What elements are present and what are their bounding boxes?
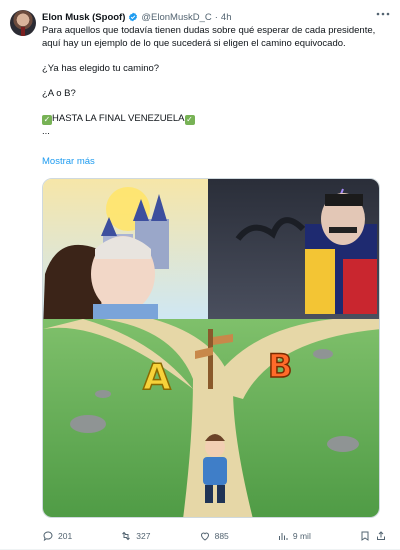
show-more-link[interactable]: Mostrar más bbox=[42, 156, 95, 167]
retweet-button[interactable]: 327 bbox=[120, 530, 150, 542]
tweet-header: Elon Musk (Spoof) @ElonMuskD_C · 4h bbox=[42, 9, 382, 25]
views-count: 9 mil bbox=[292, 531, 311, 541]
tweet-actions: 201 327 885 9 mil bbox=[42, 528, 387, 544]
tweet-text: Para aquellos que todavía tienen dudas s… bbox=[42, 24, 387, 138]
reply-icon bbox=[43, 531, 53, 542]
tweet-paragraph-3: ¿A o B? bbox=[42, 88, 76, 99]
header-separator: · bbox=[214, 11, 218, 23]
views-button[interactable]: 9 mil bbox=[277, 530, 311, 542]
tweet-paragraph-4: ✓ HASTA LA FINAL VENEZUELA ✓ bbox=[42, 112, 387, 125]
tweet-timestamp[interactable]: 4h bbox=[221, 12, 232, 23]
retweet-count: 327 bbox=[136, 531, 151, 541]
check-mark-emoji-icon: ✓ bbox=[184, 115, 195, 125]
heart-icon bbox=[200, 532, 209, 541]
bookmark-icon[interactable] bbox=[359, 530, 371, 542]
choice-label-b: B bbox=[268, 347, 292, 385]
retweet-icon bbox=[122, 531, 131, 541]
tweet-paragraph-2: ¿Ya has elegido tu camino? bbox=[42, 63, 160, 74]
reply-count: 201 bbox=[58, 531, 73, 541]
action-icons-right bbox=[359, 530, 387, 542]
tweet-card[interactable]: Elon Musk (Spoof) @ElonMuskD_C · 4h Para… bbox=[0, 0, 400, 550]
check-mark-emoji-icon: ✓ bbox=[42, 115, 52, 125]
share-icon[interactable] bbox=[375, 530, 387, 542]
like-count: 885 bbox=[214, 531, 229, 541]
reply-button[interactable]: 201 bbox=[42, 530, 72, 542]
author-name[interactable]: Elon Musk (Spoof) bbox=[42, 12, 125, 23]
tweet-ellipsis: ... bbox=[42, 126, 50, 137]
tweet-paragraph-4-text: HASTA LA FINAL VENEZUELA bbox=[52, 113, 185, 124]
more-options-icon[interactable] bbox=[376, 8, 390, 20]
views-icon bbox=[278, 533, 288, 540]
like-button[interactable]: 885 bbox=[199, 530, 229, 542]
tweet-paragraph-1: Para aquellos que todavía tienen dudas s… bbox=[42, 25, 376, 49]
tweet-image[interactable]: A B bbox=[42, 178, 380, 518]
author-handle[interactable]: @ElonMuskD_C bbox=[141, 12, 211, 23]
verified-badge-icon bbox=[129, 12, 138, 22]
avatar[interactable] bbox=[10, 10, 36, 36]
meme-illustration: A B bbox=[43, 179, 379, 517]
choice-label-a: A bbox=[143, 357, 171, 398]
